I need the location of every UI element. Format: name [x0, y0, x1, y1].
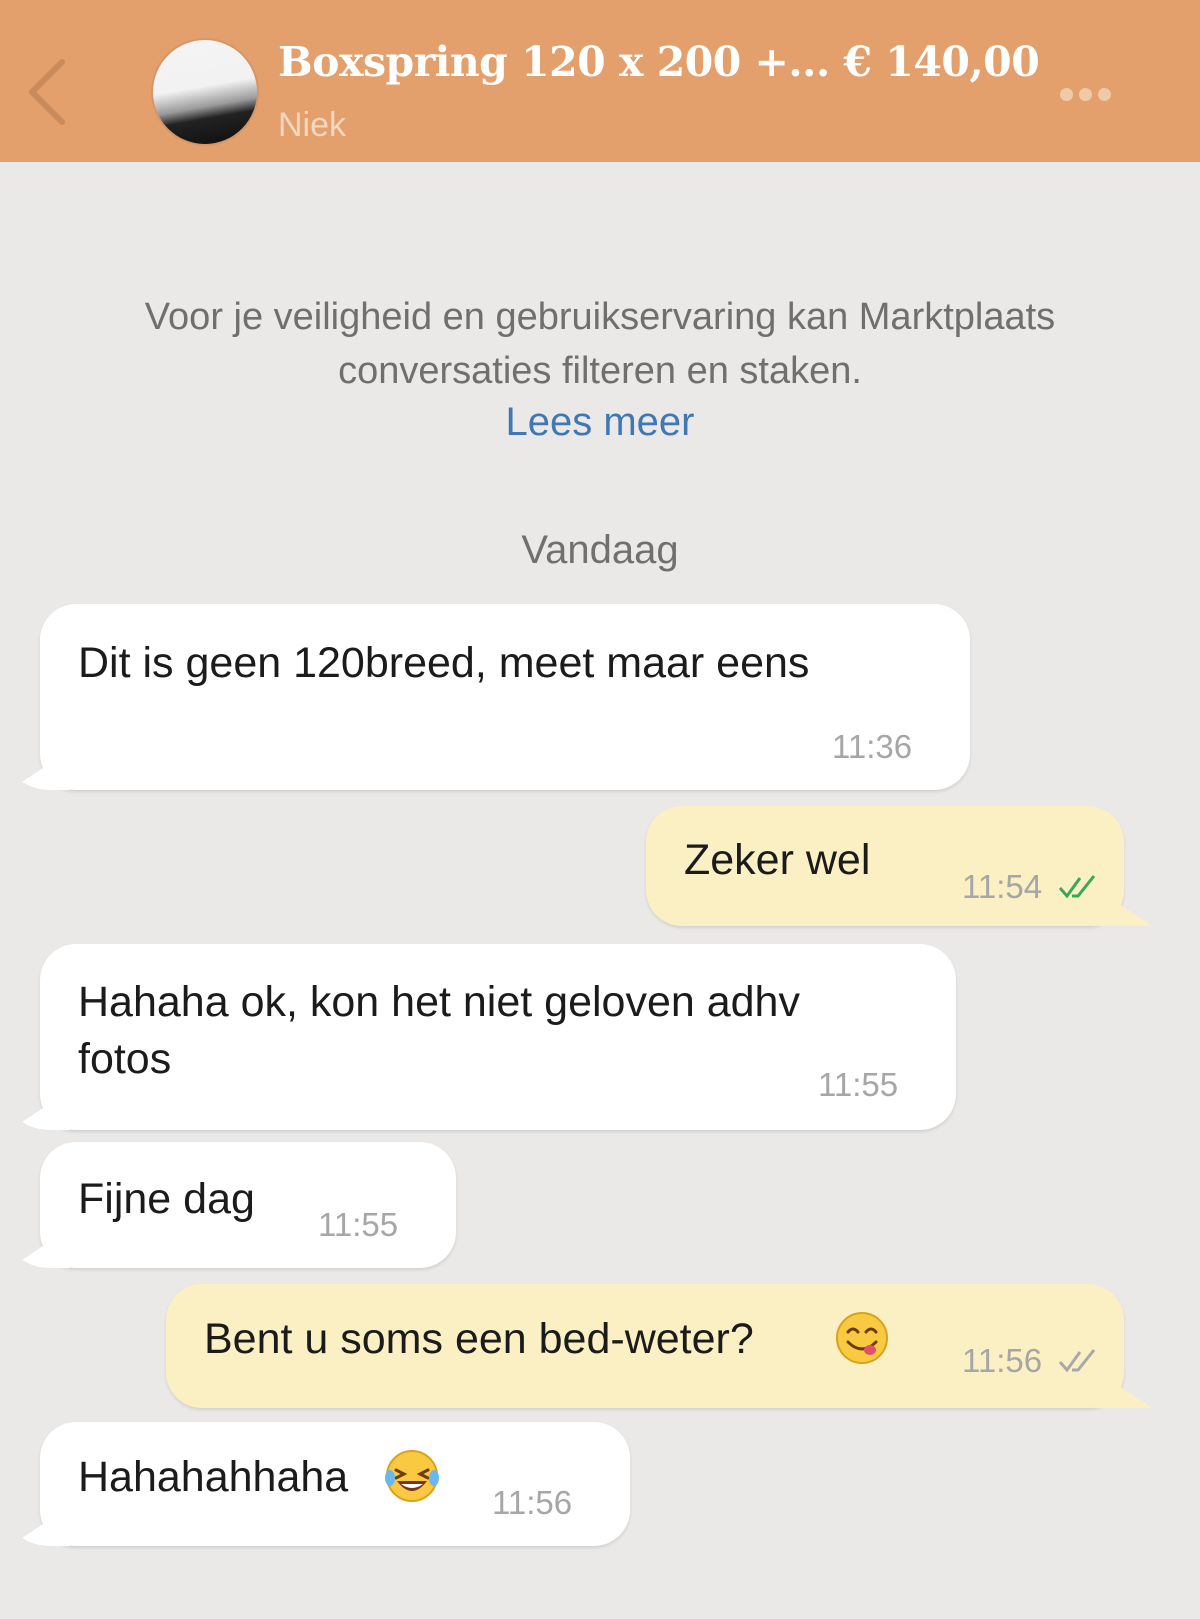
- bubble-tail: [10, 1506, 70, 1546]
- message-time: 11:56: [962, 1342, 1043, 1379]
- seller-name: Niek: [278, 106, 347, 144]
- more-dot-icon: [1060, 88, 1073, 101]
- chat-header: Boxspring 120 x 200 +... € 140,00 Niek: [0, 0, 1200, 162]
- message-text: fotos: [78, 1035, 172, 1083]
- message-time: 11:36: [832, 728, 913, 765]
- message-bubble-incoming[interactable]: [10, 604, 970, 790]
- message-text: Bent u soms een bed-weter?: [204, 1315, 754, 1363]
- notice-line-2: conversaties filteren en staken.: [338, 350, 862, 392]
- back-button[interactable]: [18, 56, 78, 126]
- bubble-tail: [1092, 1368, 1152, 1408]
- bubble-tail: [10, 750, 70, 790]
- message-time: 11:55: [318, 1206, 399, 1243]
- more-dot-icon: [1098, 88, 1111, 101]
- message-time: 11:56: [492, 1484, 573, 1521]
- double-check-icon: [1058, 875, 1096, 899]
- listing-avatar[interactable]: [153, 40, 257, 144]
- read-more-link[interactable]: Lees meer: [0, 400, 1200, 445]
- message-text: Fijne dag: [78, 1175, 255, 1223]
- chevron-left-icon: [29, 59, 65, 125]
- more-button[interactable]: [1060, 78, 1150, 112]
- message-time: 11:55: [818, 1066, 899, 1103]
- notice-line-1: Voor je veiligheid en gebruikservaring k…: [144, 296, 1056, 338]
- message-time: 11:54: [962, 868, 1043, 905]
- double-check-icon: [1058, 1349, 1096, 1373]
- bubble-tail: [10, 1228, 70, 1268]
- bubble-tail: [10, 1090, 70, 1130]
- message-text: Hahahahhaha: [78, 1453, 349, 1501]
- yum-face-emoji-icon: [836, 1312, 888, 1364]
- safety-notice: Voor je veiligheid en gebruikservaring k…: [40, 290, 1160, 398]
- message-text: Hahaha ok, kon het niet geloven adhv: [78, 978, 800, 1026]
- laughing-tears-emoji-icon: [385, 1450, 439, 1502]
- message-text: Zeker wel: [684, 836, 871, 884]
- more-dot-icon: [1079, 88, 1092, 101]
- day-separator: Vandaag: [521, 528, 679, 572]
- bubble-tail: [1092, 886, 1152, 926]
- listing-title[interactable]: Boxspring 120 x 200 +... € 140,00: [278, 38, 1040, 98]
- message-text: Dit is geen 120breed, meet maar eens: [78, 639, 810, 687]
